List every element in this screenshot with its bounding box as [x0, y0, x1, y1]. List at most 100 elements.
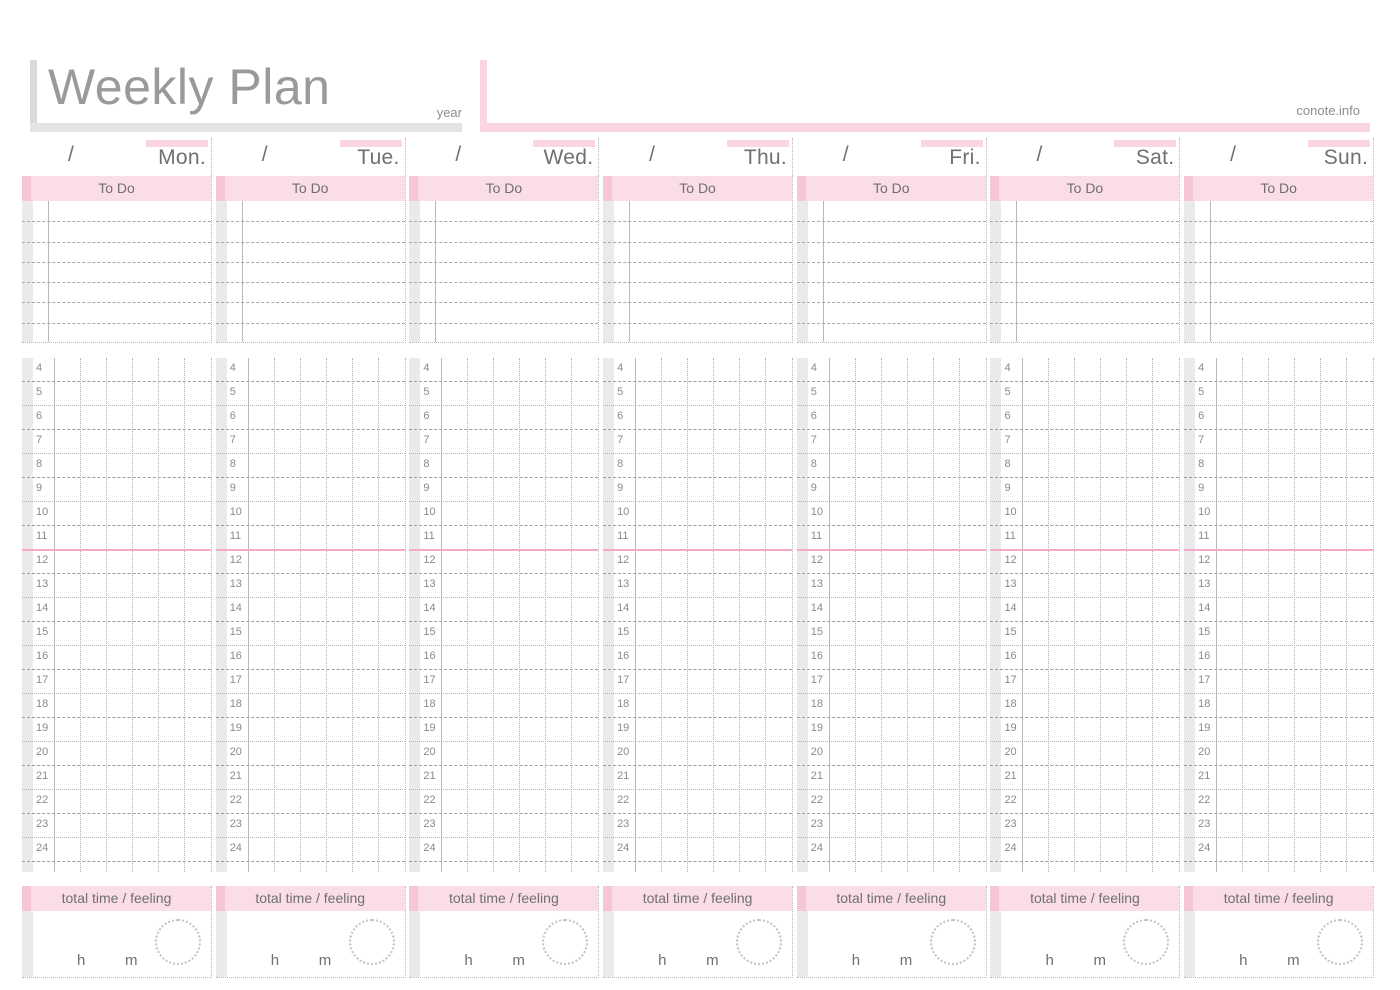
hour-row[interactable]: 15	[1184, 622, 1374, 646]
hour-row[interactable]: 9	[215, 478, 405, 502]
hour-row[interactable]: 12	[1184, 550, 1374, 574]
hour-row[interactable]: 10	[990, 502, 1180, 526]
hour-row[interactable]: 12	[603, 550, 793, 574]
todo-write-line[interactable]	[796, 261, 986, 263]
hour-row[interactable]: 22	[22, 790, 211, 814]
todo-write-line[interactable]	[603, 302, 793, 304]
todo-write-line[interactable]	[215, 241, 405, 243]
hour-row[interactable]: 13	[603, 574, 793, 598]
todo-write-line[interactable]	[603, 282, 793, 284]
todo-write-line[interactable]	[409, 302, 599, 304]
todo-write-line[interactable]	[1184, 241, 1374, 243]
hour-row[interactable]: 8	[796, 454, 986, 478]
todo-write-line[interactable]	[796, 282, 986, 284]
hour-row[interactable]: 9	[22, 478, 211, 502]
hour-row[interactable]: 19	[409, 718, 599, 742]
hour-grid[interactable]: 4 5 6 7 8 9 10 11 12 13 14 15 16 17 18 19 20 21 22 23 24	[796, 358, 987, 872]
hour-row[interactable]: 16	[1184, 646, 1374, 670]
hour-row[interactable]: 5	[603, 382, 793, 406]
hour-grid[interactable]: 4 5 6 7 8 9 10 11 12 13 14 15 16 17 18 19 20 21 22 23 24	[990, 358, 1181, 872]
hour-row[interactable]: 24	[409, 838, 599, 862]
hour-row[interactable]: 23	[409, 814, 599, 838]
hour-row[interactable]: 11	[409, 526, 599, 550]
hour-row[interactable]: 20	[215, 742, 405, 766]
hour-row[interactable]: 4	[796, 358, 986, 382]
todo-write-line[interactable]	[215, 302, 405, 304]
hour-row[interactable]: 16	[409, 646, 599, 670]
todo-write-line[interactable]	[1184, 282, 1374, 284]
hour-grid[interactable]: 4 5 6 7 8 9 10 11 12 13 14 15 16 17 18 19 20 21 22 23 24	[215, 358, 406, 872]
hour-row[interactable]: 6	[990, 406, 1180, 430]
hour-row[interactable]: 18	[990, 694, 1180, 718]
feeling-circle[interactable]	[155, 919, 201, 965]
hour-row[interactable]: 22	[1184, 790, 1374, 814]
hour-row[interactable]: 14	[796, 598, 986, 622]
hour-row[interactable]: 21	[990, 766, 1180, 790]
hour-row[interactable]: 18	[1184, 694, 1374, 718]
hour-row[interactable]: 4	[409, 358, 599, 382]
feeling-circle[interactable]	[736, 919, 783, 965]
hour-row[interactable]: 23	[1184, 814, 1374, 838]
hour-row[interactable]: 18	[22, 694, 211, 718]
hour-row[interactable]: 15	[409, 622, 599, 646]
hour-row[interactable]: 8	[409, 454, 599, 478]
hour-row[interactable]: 20	[990, 742, 1180, 766]
feeling-circle[interactable]	[1317, 919, 1364, 965]
hour-grid[interactable]: 4 5 6 7 8 9 10 11 12 13 14 15 16 17 18 19 20 21 22 23 24	[22, 358, 212, 872]
hour-row[interactable]: 20	[603, 742, 793, 766]
hour-row[interactable]: 16	[990, 646, 1180, 670]
total-time-body[interactable]: hm	[409, 911, 598, 977]
todo-write-line[interactable]	[1184, 261, 1374, 263]
hour-row[interactable]: 10	[215, 502, 405, 526]
hour-row[interactable]: 7	[22, 430, 211, 454]
todo-write-line[interactable]	[215, 261, 405, 263]
hour-row[interactable]: 11	[215, 526, 405, 550]
hour-row[interactable]: 21	[796, 766, 986, 790]
hour-row[interactable]: 18	[215, 694, 405, 718]
hour-row[interactable]: 16	[603, 646, 793, 670]
feeling-circle[interactable]	[929, 919, 976, 965]
hour-row[interactable]: 8	[22, 454, 211, 478]
hour-grid[interactable]: 4 5 6 7 8 9 10 11 12 13 14 15 16 17 18 19 20 21 22 23 24	[1184, 358, 1375, 872]
feeling-circle[interactable]	[1123, 919, 1170, 965]
hour-row[interactable]: 13	[22, 574, 211, 598]
hour-row[interactable]: 8	[215, 454, 405, 478]
todo-write-line[interactable]	[990, 241, 1180, 243]
todo-write-line[interactable]	[409, 322, 599, 324]
todo-write-line[interactable]	[1184, 221, 1374, 223]
hour-row[interactable]: 13	[409, 574, 599, 598]
hour-row[interactable]: 22	[603, 790, 793, 814]
hour-row[interactable]: 24	[215, 838, 405, 862]
todo-write-line[interactable]	[22, 302, 211, 304]
hour-row[interactable]: 10	[796, 502, 986, 526]
todo-write-line[interactable]	[603, 241, 793, 243]
hour-row[interactable]: 16	[215, 646, 405, 670]
hour-row[interactable]: 15	[603, 622, 793, 646]
hour-row[interactable]: 21	[1184, 766, 1374, 790]
hour-row[interactable]: 13	[990, 574, 1180, 598]
hour-row[interactable]: 14	[603, 598, 793, 622]
hour-row[interactable]: 15	[215, 622, 405, 646]
hour-row[interactable]: 22	[990, 790, 1180, 814]
hour-row[interactable]: 13	[796, 574, 986, 598]
todo-body[interactable]	[22, 201, 211, 342]
hour-grid[interactable]: 4 5 6 7 8 9 10 11 12 13 14 15 16 17 18 19 20 21 22 23 24	[603, 358, 794, 872]
hour-row[interactable]: 20	[409, 742, 599, 766]
hour-row[interactable]: 6	[603, 406, 793, 430]
hour-row[interactable]: 22	[796, 790, 986, 814]
hour-row[interactable]: 5	[22, 382, 211, 406]
hour-row[interactable]: 20	[796, 742, 986, 766]
hour-row[interactable]: 4	[603, 358, 793, 382]
hour-row[interactable]: 20	[1184, 742, 1374, 766]
todo-write-line[interactable]	[990, 322, 1180, 324]
todo-write-line[interactable]	[215, 322, 405, 324]
hour-row[interactable]: 21	[22, 766, 211, 790]
feeling-circle[interactable]	[542, 919, 589, 965]
hour-row[interactable]: 16	[22, 646, 211, 670]
hour-row[interactable]: 19	[1184, 718, 1374, 742]
hour-row[interactable]: 4	[1184, 358, 1374, 382]
hour-row[interactable]: 5	[796, 382, 986, 406]
todo-body[interactable]	[990, 201, 1180, 342]
hour-row[interactable]: 24	[990, 838, 1180, 862]
hour-row[interactable]: 10	[1184, 502, 1374, 526]
